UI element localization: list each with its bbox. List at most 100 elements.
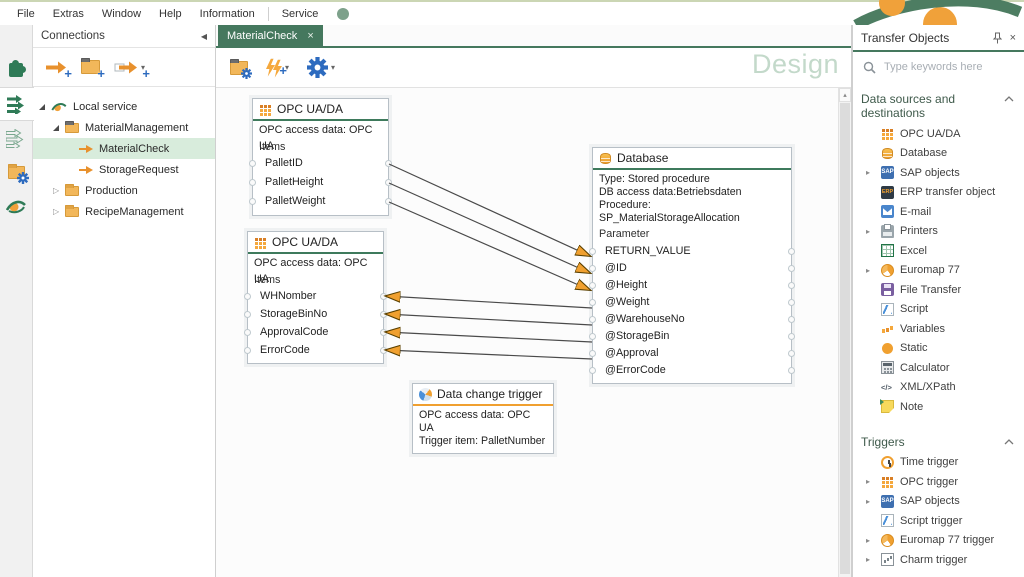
- item-excel[interactable]: Excel: [861, 241, 1020, 261]
- item-sap-objects-trigger[interactable]: ▸SAP objects: [861, 492, 1020, 512]
- item-file-transfer[interactable]: File Transfer: [861, 280, 1020, 300]
- close-icon[interactable]: ×: [307, 30, 313, 42]
- expander-icon[interactable]: ▸: [866, 266, 870, 275]
- node-item[interactable]: PalletWeight: [253, 192, 388, 211]
- node-item[interactable]: @StorageBin: [593, 328, 791, 345]
- item-opc-trigger[interactable]: ▸ OPC trigger: [861, 472, 1020, 492]
- tree-item-materialcheck[interactable]: MaterialCheck: [33, 138, 215, 159]
- node-opc-target[interactable]: OPC UA/DA OPC access data: OPC UA Items …: [247, 231, 384, 364]
- node-opc-source[interactable]: OPC UA/DA OPC access data: OPC UA Items …: [252, 98, 389, 216]
- menu-service[interactable]: Service: [273, 8, 328, 20]
- tab-materialcheck[interactable]: MaterialCheck ×: [218, 25, 323, 46]
- item-euromap-77[interactable]: ▸Euromap 77: [861, 261, 1020, 281]
- chevron-up-icon[interactable]: [1004, 439, 1014, 445]
- collapsed-icon[interactable]: ▷: [53, 207, 59, 216]
- expanded-icon[interactable]: [53, 125, 59, 131]
- node-item[interactable]: WHNomber: [248, 287, 383, 305]
- nav-connections-button[interactable]: [0, 87, 34, 121]
- item-xml-xpath[interactable]: XML/XPath: [861, 378, 1020, 398]
- nav-service-config-button[interactable]: [0, 155, 33, 189]
- item-time-trigger[interactable]: Time trigger: [861, 453, 1020, 473]
- expander-icon[interactable]: ▸: [866, 168, 870, 177]
- menu-extras[interactable]: Extras: [44, 8, 93, 20]
- item-calculator[interactable]: Calculator: [861, 358, 1020, 378]
- node-item[interactable]: RETURN_VALUE: [593, 243, 791, 260]
- item-variables[interactable]: Variables: [861, 319, 1020, 339]
- node-item[interactable]: PalletHeight: [253, 173, 388, 192]
- node-header[interactable]: Data change trigger: [413, 384, 553, 406]
- item-script-trigger[interactable]: Script trigger: [861, 511, 1020, 531]
- node-item[interactable]: ApprovalCode: [248, 323, 383, 341]
- item-script[interactable]: Script: [861, 300, 1020, 320]
- note-icon: [881, 400, 894, 413]
- item-note[interactable]: Note: [861, 397, 1020, 417]
- node-item[interactable]: ErrorCode: [248, 341, 383, 359]
- item-erp-transfer-object[interactable]: ERP transfer object: [861, 183, 1020, 203]
- add-folder-button[interactable]: +: [81, 60, 100, 74]
- connections-panel: Connections ◀ + + + ▾: [33, 25, 216, 577]
- design-canvas[interactable]: OPC UA/DA OPC access data: OPC UA Items …: [216, 88, 851, 577]
- add-transfer-button[interactable]: + ▾: [114, 61, 145, 74]
- node-item[interactable]: @WarehouseNo: [593, 311, 791, 328]
- item-opc-ua-da[interactable]: OPC UA/DA: [861, 124, 1020, 144]
- node-item[interactable]: @Height: [593, 277, 791, 294]
- node-item[interactable]: @ErrorCode: [593, 362, 791, 379]
- item-euromap-77-trigger[interactable]: ▸Euromap 77 trigger: [861, 531, 1020, 551]
- nav-plugins-button[interactable]: [0, 53, 33, 87]
- expander-icon[interactable]: ▸: [866, 497, 870, 506]
- node-item[interactable]: StorageBinNo: [248, 305, 383, 323]
- scroll-up-icon[interactable]: ▴: [839, 88, 851, 102]
- menu-window[interactable]: Window: [93, 8, 150, 20]
- tree-item-materialmanagement[interactable]: MaterialManagement: [33, 117, 215, 138]
- panel-collapse-icon[interactable]: ◀: [201, 32, 207, 41]
- tree-item-recipemanagement[interactable]: ▷ RecipeManagement: [33, 201, 215, 222]
- tree-item-local-service[interactable]: Local service: [33, 96, 215, 117]
- node-item[interactable]: @Approval: [593, 345, 791, 362]
- scrollbar-thumb[interactable]: [840, 103, 850, 574]
- item-sap-objects[interactable]: ▸SAP objects: [861, 163, 1020, 183]
- node-header[interactable]: OPC UA/DA: [248, 232, 383, 254]
- node-data-change-trigger[interactable]: Data change trigger OPC access data: OPC…: [412, 383, 554, 454]
- section-triggers-header[interactable]: Triggers: [861, 433, 1020, 453]
- pin-icon[interactable]: [993, 32, 1002, 44]
- menu-information[interactable]: Information: [191, 8, 264, 20]
- item-label: Calculator: [900, 362, 950, 374]
- menu-file[interactable]: File: [8, 8, 44, 20]
- expander-icon[interactable]: ▸: [866, 227, 870, 236]
- item-label: Database: [900, 147, 947, 159]
- node-item[interactable]: @Weight: [593, 294, 791, 311]
- menu-help[interactable]: Help: [150, 8, 191, 20]
- nav-mappings-button[interactable]: [0, 121, 33, 155]
- canvas-scrollbar[interactable]: ▴: [838, 88, 851, 577]
- tree-item-production[interactable]: ▷ Production: [33, 180, 215, 201]
- settings-button[interactable]: ▾: [307, 57, 335, 78]
- item-label: OPC trigger: [900, 476, 958, 488]
- node-list-label: Items: [248, 271, 383, 287]
- nav-service-button[interactable]: [0, 189, 33, 223]
- add-trigger-button[interactable]: + ▾: [266, 59, 289, 77]
- node-header[interactable]: OPC UA/DA: [253, 99, 388, 121]
- expander-icon[interactable]: ▸: [866, 555, 870, 564]
- node-item[interactable]: PalletID: [253, 154, 388, 173]
- item-database[interactable]: Database: [861, 144, 1020, 164]
- tree-item-storagerequest[interactable]: StorageRequest: [33, 159, 215, 180]
- item-static[interactable]: Static: [861, 339, 1020, 359]
- chevron-up-icon[interactable]: [1004, 96, 1014, 102]
- node-header[interactable]: Database: [593, 148, 791, 170]
- close-icon[interactable]: ×: [1010, 32, 1016, 44]
- node-item[interactable]: @ID: [593, 260, 791, 277]
- transfer-settings-button[interactable]: [230, 61, 248, 75]
- item-email[interactable]: E-mail: [861, 202, 1020, 222]
- search-box[interactable]: [853, 52, 1024, 82]
- expander-icon[interactable]: ▸: [866, 477, 870, 486]
- add-connection-button[interactable]: +: [45, 61, 67, 74]
- item-printers[interactable]: ▸Printers: [861, 222, 1020, 242]
- expanded-icon[interactable]: [39, 104, 45, 110]
- search-input[interactable]: [884, 61, 1002, 73]
- section-data-sources-header[interactable]: Data sources and destinations: [861, 90, 1020, 124]
- node-database[interactable]: Database Type: Stored procedure DB acces…: [592, 147, 792, 384]
- item-charm-trigger[interactable]: ▸Charm trigger: [861, 550, 1020, 570]
- section-title: Triggers: [861, 435, 905, 449]
- expander-icon[interactable]: ▸: [866, 536, 870, 545]
- collapsed-icon[interactable]: ▷: [53, 186, 59, 195]
